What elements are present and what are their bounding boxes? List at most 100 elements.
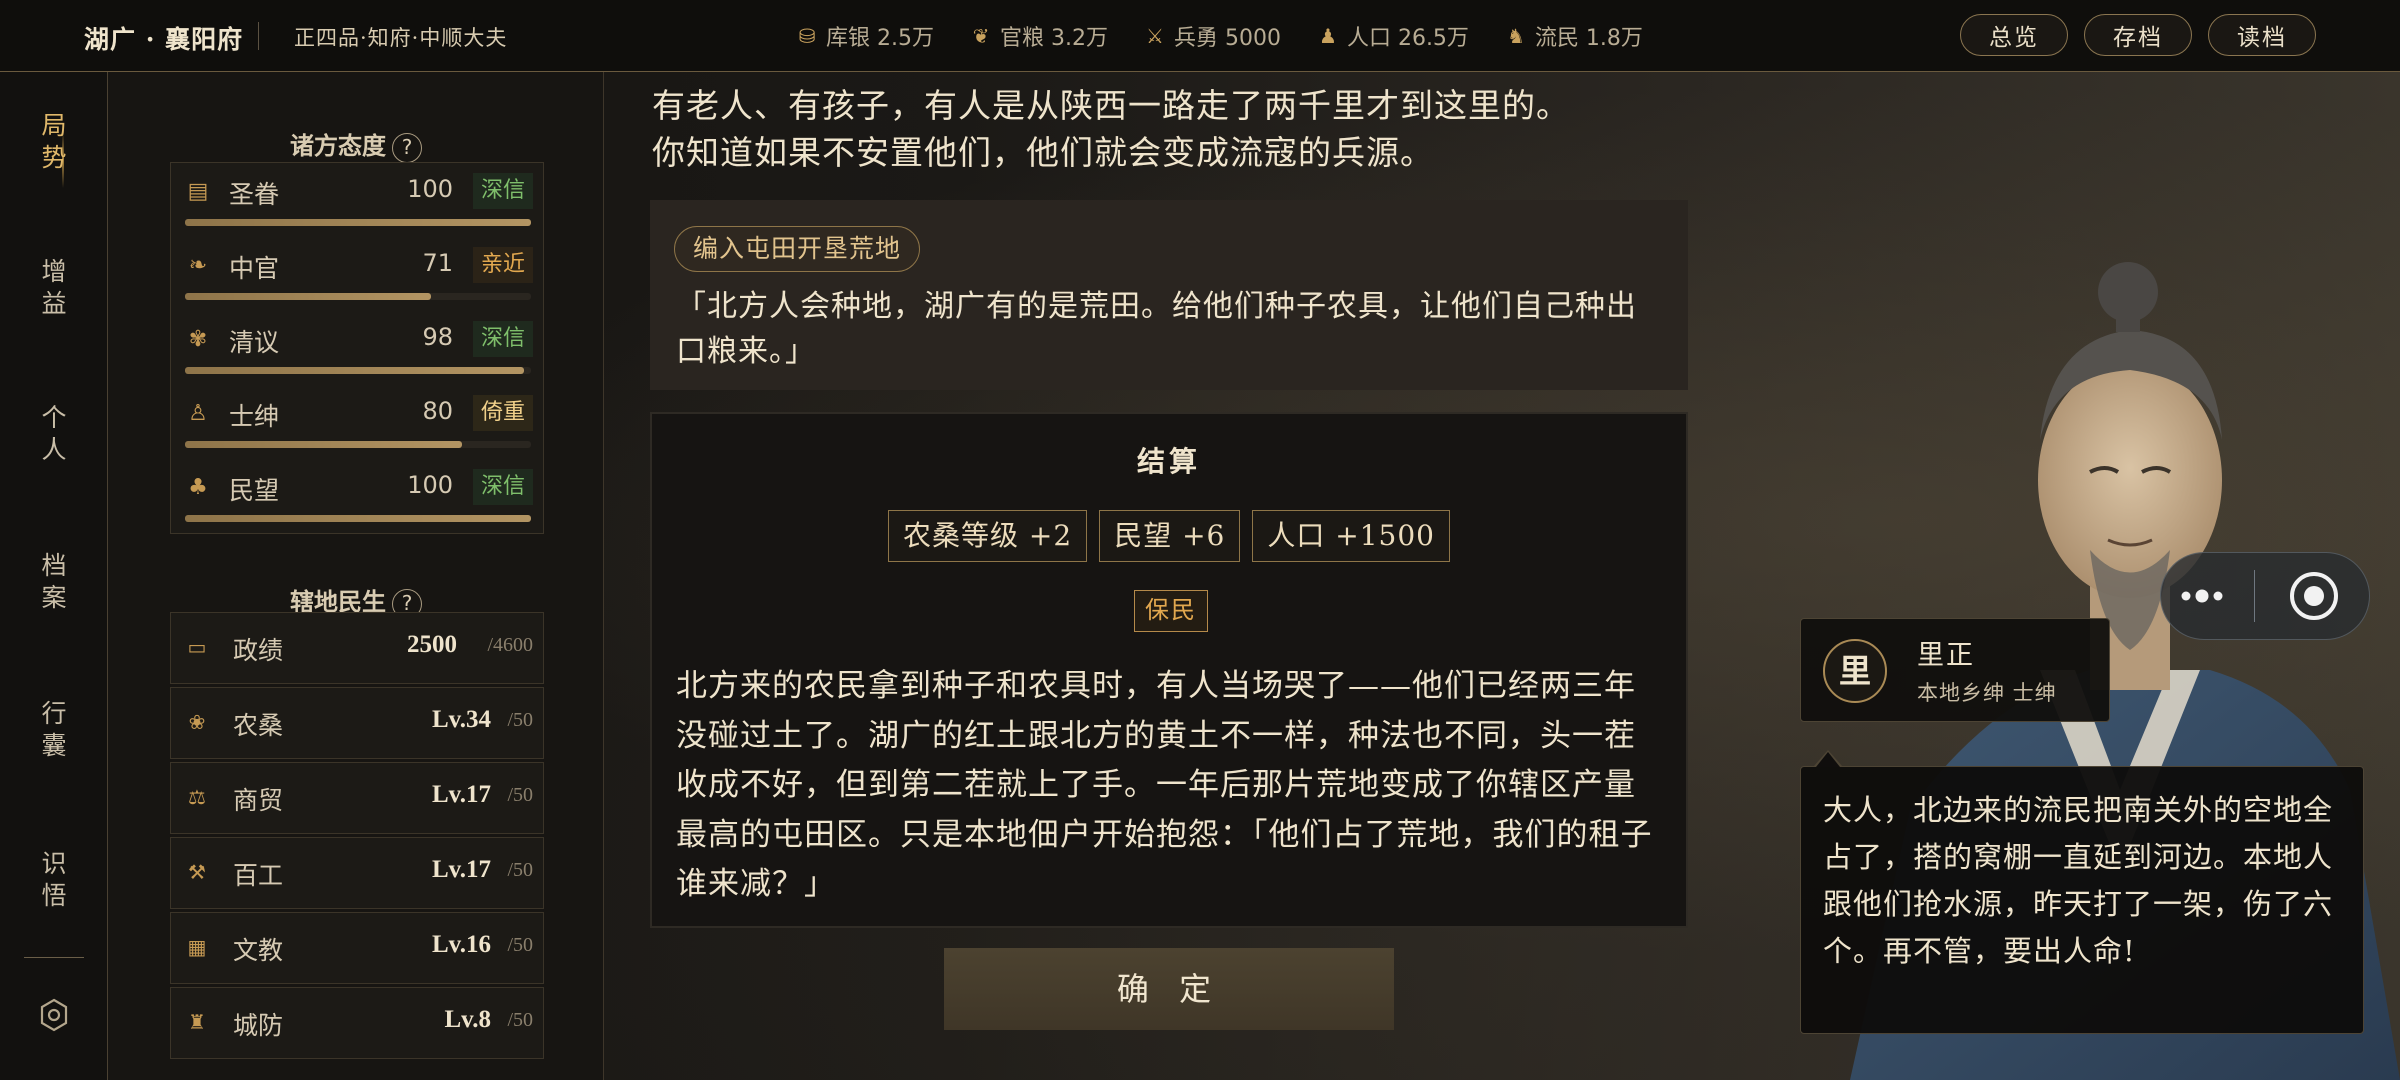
resource-refugee: ♞ 流民 1.8万 — [1505, 20, 1643, 52]
attitudes-title: 诸方态度? — [108, 126, 604, 163]
attitude-name: 民望 — [229, 476, 280, 505]
event-panel: 有老人、有孩子，有人是从陕西一路走了两千里才到这里的。 你知道如果不安置他们，他… — [604, 72, 1704, 1080]
development-row[interactable]: ⚖ 商贸 Lv.17/50 — [170, 762, 544, 834]
agriculture-icon: ❀ — [188, 710, 206, 734]
attitude-bar — [185, 367, 531, 374]
effect-badge: 农桑等级 +2 — [888, 510, 1088, 562]
silver-icon: ⛁ — [798, 24, 816, 48]
nav-label: 个人 — [41, 403, 67, 464]
npc-nameplate: 里 里正 本地乡绅 士绅 — [1800, 618, 2110, 722]
attitude-bar-fill — [185, 367, 525, 374]
nav-divider — [24, 957, 84, 958]
npc-title: 本地乡绅 士绅 — [1917, 681, 2057, 705]
development-name: 农桑 — [233, 711, 284, 740]
chosen-option: 编入屯田开垦荒地 「北方人会种地，湖广有的是荒田。给他们种子农具，让他们自己种出… — [650, 200, 1688, 390]
settlement-box: 结算 农桑等级 +2 民望 +6 人口 +1500 保民 北方来的农民拿到种子和… — [650, 412, 1688, 928]
resource-label: 兵勇 5000 — [1173, 26, 1281, 51]
refugee-icon: ♞ — [1506, 24, 1525, 48]
attitude-value: 100 — [407, 175, 453, 203]
confirm-button[interactable]: 确 定 — [944, 948, 1394, 1030]
development-row[interactable]: ⚒ 百工 Lv.17/50 — [170, 837, 544, 909]
nav-item-insight[interactable]: 识悟 — [0, 848, 108, 912]
choice-quote: 「北方人会种地，湖广有的是荒田。给他们种子农具，让他们自己种出口粮来。」 — [676, 289, 1637, 369]
attitude-row[interactable]: ♣ 民望 100 深信 — [171, 459, 545, 533]
development-max: /50 — [507, 709, 533, 731]
attitude-row[interactable]: ✾ 清议 98 深信 — [171, 311, 545, 385]
development-max: /50 — [507, 1009, 533, 1031]
target-icon[interactable] — [2284, 566, 2344, 626]
nav-item-situation[interactable]: 局势 — [0, 110, 108, 174]
attitude-value: 80 — [422, 397, 453, 425]
effect-badge: 人口 +1500 — [1252, 510, 1450, 562]
settlement-title: 结算 — [1136, 445, 1201, 478]
attitude-tag: 倚重 — [472, 395, 533, 431]
development-row[interactable]: ❀ 农桑 Lv.34/50 — [170, 687, 544, 759]
gentry-icon: ♙ — [188, 401, 208, 426]
development-value: Lv.8 — [444, 1006, 491, 1033]
divider — [258, 22, 259, 50]
development-value: Lv.17 — [431, 856, 491, 883]
help-icon[interactable]: ? — [392, 133, 422, 163]
narration-line: 你知道如果不安置他们，他们就会变成流寇的兵源。 — [652, 133, 1434, 172]
more-icon[interactable] — [2172, 566, 2232, 626]
craft-icon: ⚒ — [188, 860, 206, 884]
attitude-bar-fill — [185, 441, 462, 448]
attitude-name: 士绅 — [229, 402, 280, 431]
attitude-name: 清议 — [229, 328, 280, 357]
attitude-row[interactable]: ❧ 中官 71 亲近 — [171, 237, 545, 311]
attitude-tag: 深信 — [472, 321, 533, 357]
side-nav: 局势 增益 个人 档案 行囊 识悟 — [0, 72, 108, 1080]
development-value: Lv.17 — [431, 781, 491, 808]
governance-icon: ▭ — [187, 635, 207, 659]
attitude-bar — [185, 441, 531, 448]
soldier-icon: ⚔ — [1146, 24, 1164, 48]
nav-label: 识悟 — [41, 849, 67, 910]
nav-item-inventory[interactable]: 行囊 — [0, 698, 108, 762]
development-row[interactable]: ♜ 城防 Lv.8/50 — [170, 987, 544, 1059]
top-bar: 湖广 · 襄阳府 正四品·知府·中顺大夫 ⛁ 库银 2.5万 ❦ 官粮 3.2万 ⚔… — [0, 0, 2400, 72]
npc-dialog: 大人，北边来的流民把南关外的空地全占了，搭的窝棚一直延到河边。本地人跟他们抢水源… — [1800, 766, 2364, 1034]
attitude-bar-fill — [185, 219, 531, 226]
nav-item-personal[interactable]: 个人 — [0, 402, 108, 466]
scholar-icon: ✾ — [188, 327, 208, 352]
attitude-value: 98 — [422, 323, 453, 351]
dialog-text: 大人，北边来的流民把南关外的空地全占了，搭的窝棚一直延到河边。本地人跟他们抢水源… — [1823, 793, 2334, 968]
npc-avatar: 里 — [1823, 639, 1887, 703]
npc-name: 里正 — [1917, 640, 1975, 671]
development-max: /50 — [507, 934, 533, 956]
load-button[interactable]: 读档 — [2208, 14, 2316, 56]
nav-label: 局势 — [41, 111, 67, 172]
attitude-row[interactable]: ♙ 士绅 80 倚重 — [171, 385, 545, 459]
nav-item-buffs[interactable]: 增益 — [0, 256, 108, 320]
attitude-tag: 亲近 — [472, 247, 533, 283]
development-name: 商贸 — [233, 786, 284, 815]
development-row[interactable]: ▦ 文教 Lv.16/50 — [170, 912, 544, 984]
overview-button[interactable]: 总览 — [1960, 14, 2068, 56]
region-title: 湖广 · 襄阳府 — [84, 25, 244, 54]
attitude-tag: 深信 — [472, 173, 533, 209]
save-button[interactable]: 存档 — [2084, 14, 2192, 56]
development-row[interactable]: ▭ 政绩 2500/4600 — [170, 612, 544, 684]
attitude-name: 中官 — [229, 254, 280, 283]
edict-icon: ▤ — [187, 179, 209, 204]
resource-bar: ⛁ 库银 2.5万 ❦ 官粮 3.2万 ⚔ 兵勇 5000 ♟ 人口 26.5万 ♞ 流民… — [796, 20, 1643, 52]
effects-row: 农桑等级 +2 民望 +6 人口 +1500 — [652, 510, 1686, 562]
resource-grain: ❦ 官粮 3.2万 — [970, 20, 1108, 52]
development-max: /50 — [507, 784, 533, 806]
choice-tag: 编入屯田开垦荒地 — [674, 226, 921, 272]
resource-label: 流民 1.8万 — [1534, 26, 1643, 51]
nav-item-archive[interactable]: 档案 — [0, 550, 108, 614]
development-value: Lv.34 — [431, 706, 491, 733]
attitude-row[interactable]: ▤ 圣眷 100 深信 — [171, 163, 545, 237]
defense-icon: ♜ — [188, 1010, 206, 1034]
trade-icon: ⚖ — [188, 785, 206, 809]
stats-panel: 诸方态度? ▤ 圣眷 100 深信 ❧ 中官 71 亲近 ✾ 清议 98 深信 ♙ 士绅 80 倚重 ♣ 民望 10… — [108, 72, 604, 1080]
development-name: 政绩 — [233, 636, 284, 665]
education-icon: ▦ — [187, 935, 207, 959]
grain-icon: ❦ — [972, 24, 990, 48]
attitude-value: 71 — [422, 249, 453, 277]
settlement-text: 北方来的农民拿到种子和农具时，有人当场哭了——他们已经两三年没碰过土了。湖广的红… — [676, 668, 1653, 902]
official-rank: 正四品·知府·中顺大夫 — [294, 26, 508, 50]
settings-icon[interactable] — [36, 997, 72, 1033]
attitude-bar — [185, 219, 531, 226]
